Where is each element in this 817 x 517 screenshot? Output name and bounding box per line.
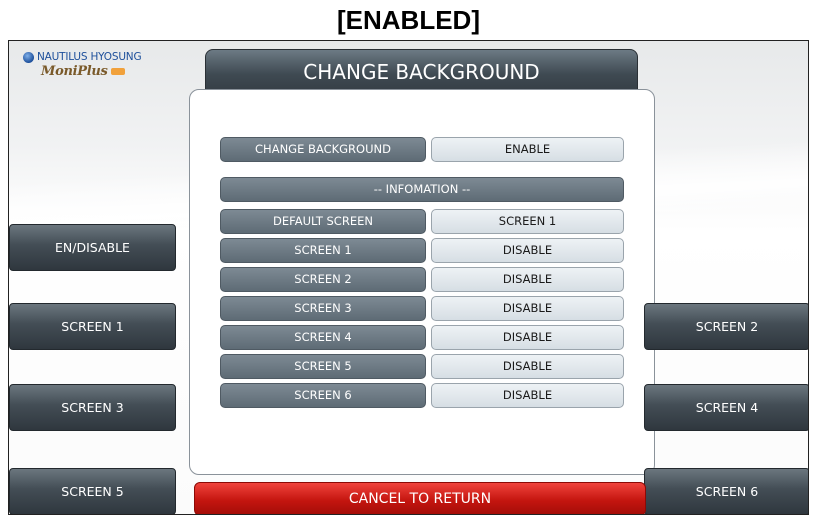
screen-6-button[interactable]: SCREEN 6 (644, 468, 808, 514)
setting-label: CHANGE BACKGROUND (220, 137, 426, 162)
info-row: SCREEN 3 DISABLE (220, 296, 624, 321)
brand-logo: NAUTILUS HYOSUNG MoniPlus (23, 51, 193, 79)
brand-company: NAUTILUS HYOSUNG (37, 51, 142, 63)
info-row: SCREEN 4 DISABLE (220, 325, 624, 350)
info-label: SCREEN 5 (220, 354, 426, 379)
info-label: SCREEN 1 (220, 238, 426, 263)
setting-value: ENABLE (431, 137, 624, 162)
info-value: DISABLE (431, 267, 624, 292)
info-label: SCREEN 4 (220, 325, 426, 350)
logo-mark (110, 68, 125, 75)
info-row: SCREEN 2 DISABLE (220, 267, 624, 292)
info-value: DISABLE (431, 296, 624, 321)
info-value: DISABLE (431, 325, 624, 350)
screen-4-button[interactable]: SCREEN 4 (644, 384, 808, 431)
globe-icon (23, 51, 34, 63)
atm-screen: NAUTILUS HYOSUNG MoniPlus CHANGE BACKGRO… (8, 40, 809, 515)
brand-product: MoniPlus (41, 64, 108, 79)
info-value: DISABLE (431, 383, 624, 408)
screen-3-button[interactable]: SCREEN 3 (9, 384, 176, 431)
settings-panel: CHANGE BACKGROUND ENABLE -- INFOMATION -… (189, 89, 655, 475)
info-row: DEFAULT SCREEN SCREEN 1 (220, 209, 624, 234)
screen-2-button[interactable]: SCREEN 2 (644, 303, 808, 350)
screen-1-button[interactable]: SCREEN 1 (9, 303, 176, 350)
screen-5-button[interactable]: SCREEN 5 (9, 468, 176, 514)
setting-row: CHANGE BACKGROUND ENABLE (220, 137, 624, 162)
info-label: SCREEN 3 (220, 296, 426, 321)
screen-title: CHANGE BACKGROUND (205, 49, 638, 94)
info-header: -- INFOMATION -- (220, 177, 624, 202)
info-value: DISABLE (431, 354, 624, 379)
en-disable-button[interactable]: EN/DISABLE (9, 224, 176, 271)
page-caption: [ENABLED] (337, 5, 480, 35)
cancel-to-return-button[interactable]: CANCEL TO RETURN (194, 482, 646, 514)
info-label: SCREEN 2 (220, 267, 426, 292)
info-label: SCREEN 6 (220, 383, 426, 408)
info-value: SCREEN 1 (431, 209, 624, 234)
info-row: SCREEN 5 DISABLE (220, 354, 624, 379)
info-label: DEFAULT SCREEN (220, 209, 426, 234)
info-row: SCREEN 6 DISABLE (220, 383, 624, 408)
info-value: DISABLE (431, 238, 624, 263)
info-row: SCREEN 1 DISABLE (220, 238, 624, 263)
